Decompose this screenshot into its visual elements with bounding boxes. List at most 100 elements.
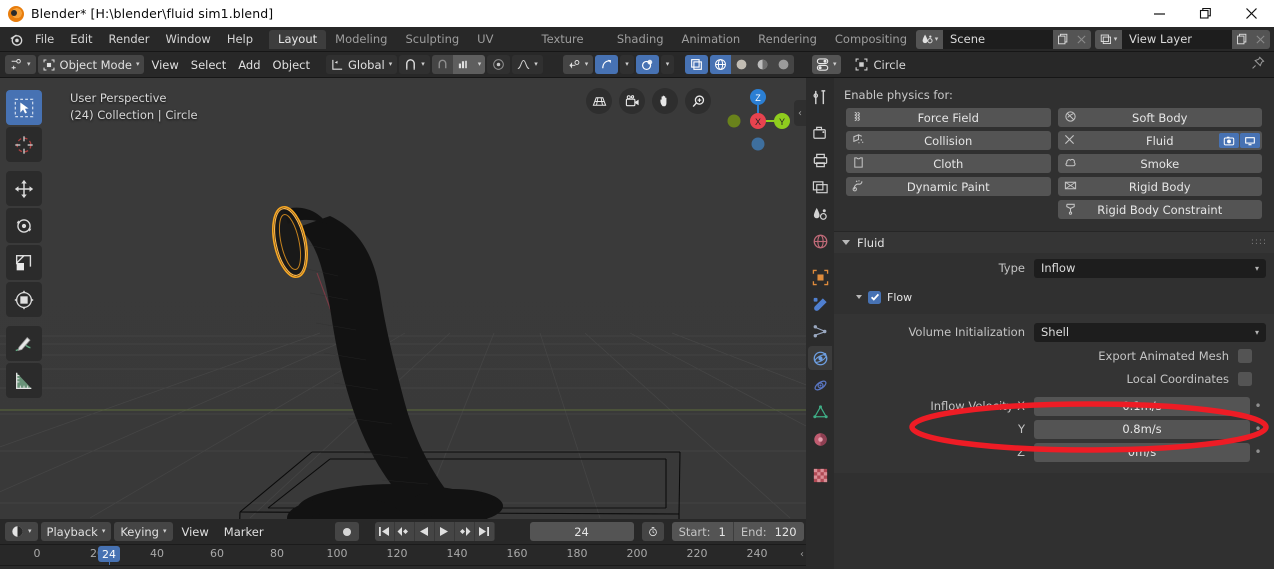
gizmo-toggle[interactable] <box>595 55 619 74</box>
snap-button[interactable]: ▾ <box>399 55 430 74</box>
fluid-panel-header[interactable]: Fluid :::: <box>834 231 1274 253</box>
pin-icon[interactable] <box>1251 56 1265 73</box>
flow-checkbox[interactable] <box>868 290 881 304</box>
viewport-menu-select[interactable]: Select <box>186 55 231 74</box>
tab-compositing[interactable]: Compositing <box>826 30 916 49</box>
snap-toggle-icon[interactable] <box>431 55 453 74</box>
flow-subpanel-header[interactable]: Flow <box>834 286 1274 308</box>
tab-texture-paint[interactable]: Texture Paint <box>533 30 608 65</box>
tool-tweak[interactable] <box>6 90 42 125</box>
physics-button-collision[interactable]: Collision <box>846 131 1051 150</box>
animate-property-x-icon[interactable]: • <box>1250 399 1266 413</box>
next-keyframe-button[interactable] <box>454 522 475 541</box>
physics-button-rigid-body-constraint[interactable]: Rigid Body Constraint <box>1057 200 1262 219</box>
overlays-options-chevron[interactable]: ▾ <box>660 55 675 74</box>
zoom-view-icon[interactable] <box>685 88 711 114</box>
viewport-menu-view[interactable]: View <box>146 55 183 74</box>
timeline-editor-icon[interactable]: ▾ <box>5 522 38 541</box>
fluid-type-dropdown[interactable]: Inflow ▾ <box>1034 258 1266 278</box>
viewport-axis-gizmo[interactable]: X Z Y <box>724 86 794 156</box>
inflow-velocity-y-value[interactable]: 0.8m/s <box>1034 419 1250 439</box>
pan-view-icon[interactable] <box>652 88 678 114</box>
play-button[interactable] <box>434 522 455 541</box>
record-icon[interactable] <box>334 522 359 541</box>
export-animated-mesh-checkbox[interactable] <box>1238 349 1252 363</box>
start-frame-field[interactable]: Start: 1 <box>671 522 733 541</box>
properties-tab-particles[interactable] <box>808 319 832 343</box>
tab-layout[interactable]: Layout <box>269 29 327 49</box>
properties-tab-scene[interactable] <box>808 202 832 226</box>
prev-keyframe-button[interactable] <box>394 522 415 541</box>
viewport-menu-object[interactable]: Object <box>268 55 315 74</box>
end-frame-field[interactable]: End: 120 <box>732 522 804 541</box>
menu-help[interactable]: Help <box>219 30 261 49</box>
inflow-velocity-x-value[interactable]: 0.1m/s <box>1034 396 1250 416</box>
shading-rendered-icon[interactable] <box>773 55 795 74</box>
new-view-layer-icon[interactable] <box>1232 29 1251 49</box>
tab-modeling[interactable]: Modeling <box>326 30 396 49</box>
timeline-menu-view[interactable]: View <box>176 522 215 541</box>
physics-button-rigid-body[interactable]: Rigid Body <box>1057 177 1262 196</box>
gizmo-options-chevron[interactable]: ▾ <box>620 55 634 74</box>
object-mode-selector[interactable]: Object Mode ▾ <box>37 55 145 74</box>
properties-tab-tool[interactable] <box>808 85 832 109</box>
timeline-corner-handle[interactable]: ‹ <box>800 549 804 560</box>
inflow-velocity-z-value[interactable]: 0m/s <box>1034 442 1250 462</box>
snap-chevron-icon[interactable]: ▾ <box>473 55 486 74</box>
properties-tab-view-layer[interactable] <box>808 175 832 199</box>
physics-button-smoke[interactable]: Smoke <box>1057 154 1262 173</box>
timeline-menu-keying[interactable]: Keying ▾ <box>114 522 173 541</box>
tab-uv-editing[interactable]: UV Editing <box>468 30 532 65</box>
proportional-edit-toggle[interactable] <box>487 55 511 74</box>
physics-button-dynamic-paint[interactable]: Dynamic Paint <box>846 177 1051 196</box>
tab-animation[interactable]: Animation <box>673 30 750 49</box>
snap-target-icon[interactable] <box>452 55 474 74</box>
camera-view-icon[interactable] <box>619 88 645 114</box>
transform-orientation-selector[interactable]: Global ▾ <box>326 55 398 74</box>
properties-tab-texture[interactable] <box>808 463 832 487</box>
properties-editor-icon[interactable]: ▾ <box>812 55 841 74</box>
scene-name[interactable]: Scene <box>943 29 1053 49</box>
local-coordinates-checkbox[interactable] <box>1238 372 1252 386</box>
physics-button-force-field[interactable]: Force Field <box>846 108 1051 127</box>
animate-property-z-icon[interactable]: • <box>1250 445 1266 459</box>
monitor-icon[interactable] <box>1240 133 1260 148</box>
camera-icon[interactable] <box>1219 133 1239 148</box>
shading-material-icon[interactable] <box>752 55 774 74</box>
menu-file[interactable]: File <box>27 30 62 49</box>
timeline-menu-playback[interactable]: Playback ▾ <box>40 522 112 541</box>
jump-to-end-button[interactable] <box>474 522 495 541</box>
view-layer-icon[interactable]: ▾ <box>1095 29 1122 49</box>
editor-type-icon[interactable]: ▾ <box>5 55 36 74</box>
physics-button-soft-body[interactable]: Soft Body <box>1057 108 1262 127</box>
jump-to-start-button[interactable] <box>374 522 395 541</box>
xray-toggle[interactable] <box>685 55 709 74</box>
properties-tab-object-data[interactable] <box>808 400 832 424</box>
falloff-selector[interactable]: ▾ <box>512 55 543 74</box>
properties-tab-world[interactable] <box>808 229 832 253</box>
properties-tab-modifiers[interactable] <box>808 292 832 316</box>
auto-keying-icon[interactable] <box>641 522 664 541</box>
shading-solid-icon[interactable] <box>731 55 753 74</box>
tab-sculpting[interactable]: Sculpting <box>396 30 468 49</box>
tool-transform[interactable] <box>6 282 42 317</box>
unlink-scene-icon[interactable] <box>1072 29 1091 49</box>
timeline-menu-marker[interactable]: Marker <box>218 522 270 541</box>
animate-property-y-icon[interactable]: • <box>1250 422 1266 436</box>
properties-tab-object-constraints[interactable] <box>808 373 832 397</box>
timeline-playhead[interactable]: 24 <box>98 546 120 562</box>
close-button[interactable] <box>1228 0 1274 27</box>
properties-tab-material[interactable] <box>808 427 832 451</box>
minimize-button[interactable] <box>1136 0 1182 27</box>
tool-cursor[interactable] <box>6 127 42 162</box>
menu-window[interactable]: Window <box>157 30 218 49</box>
physics-button-cloth[interactable]: Cloth <box>846 154 1051 173</box>
menu-edit[interactable]: Edit <box>62 30 100 49</box>
remove-view-layer-icon[interactable] <box>1251 29 1270 49</box>
tool-scale[interactable] <box>6 245 42 280</box>
shading-wireframe-icon[interactable] <box>710 55 732 74</box>
properties-tab-object[interactable] <box>808 265 832 289</box>
properties-tab-physics[interactable] <box>808 346 832 370</box>
volume-initialization-dropdown[interactable]: Shell ▾ <box>1034 322 1266 342</box>
visibility-selector[interactable]: ▾ <box>562 55 594 74</box>
